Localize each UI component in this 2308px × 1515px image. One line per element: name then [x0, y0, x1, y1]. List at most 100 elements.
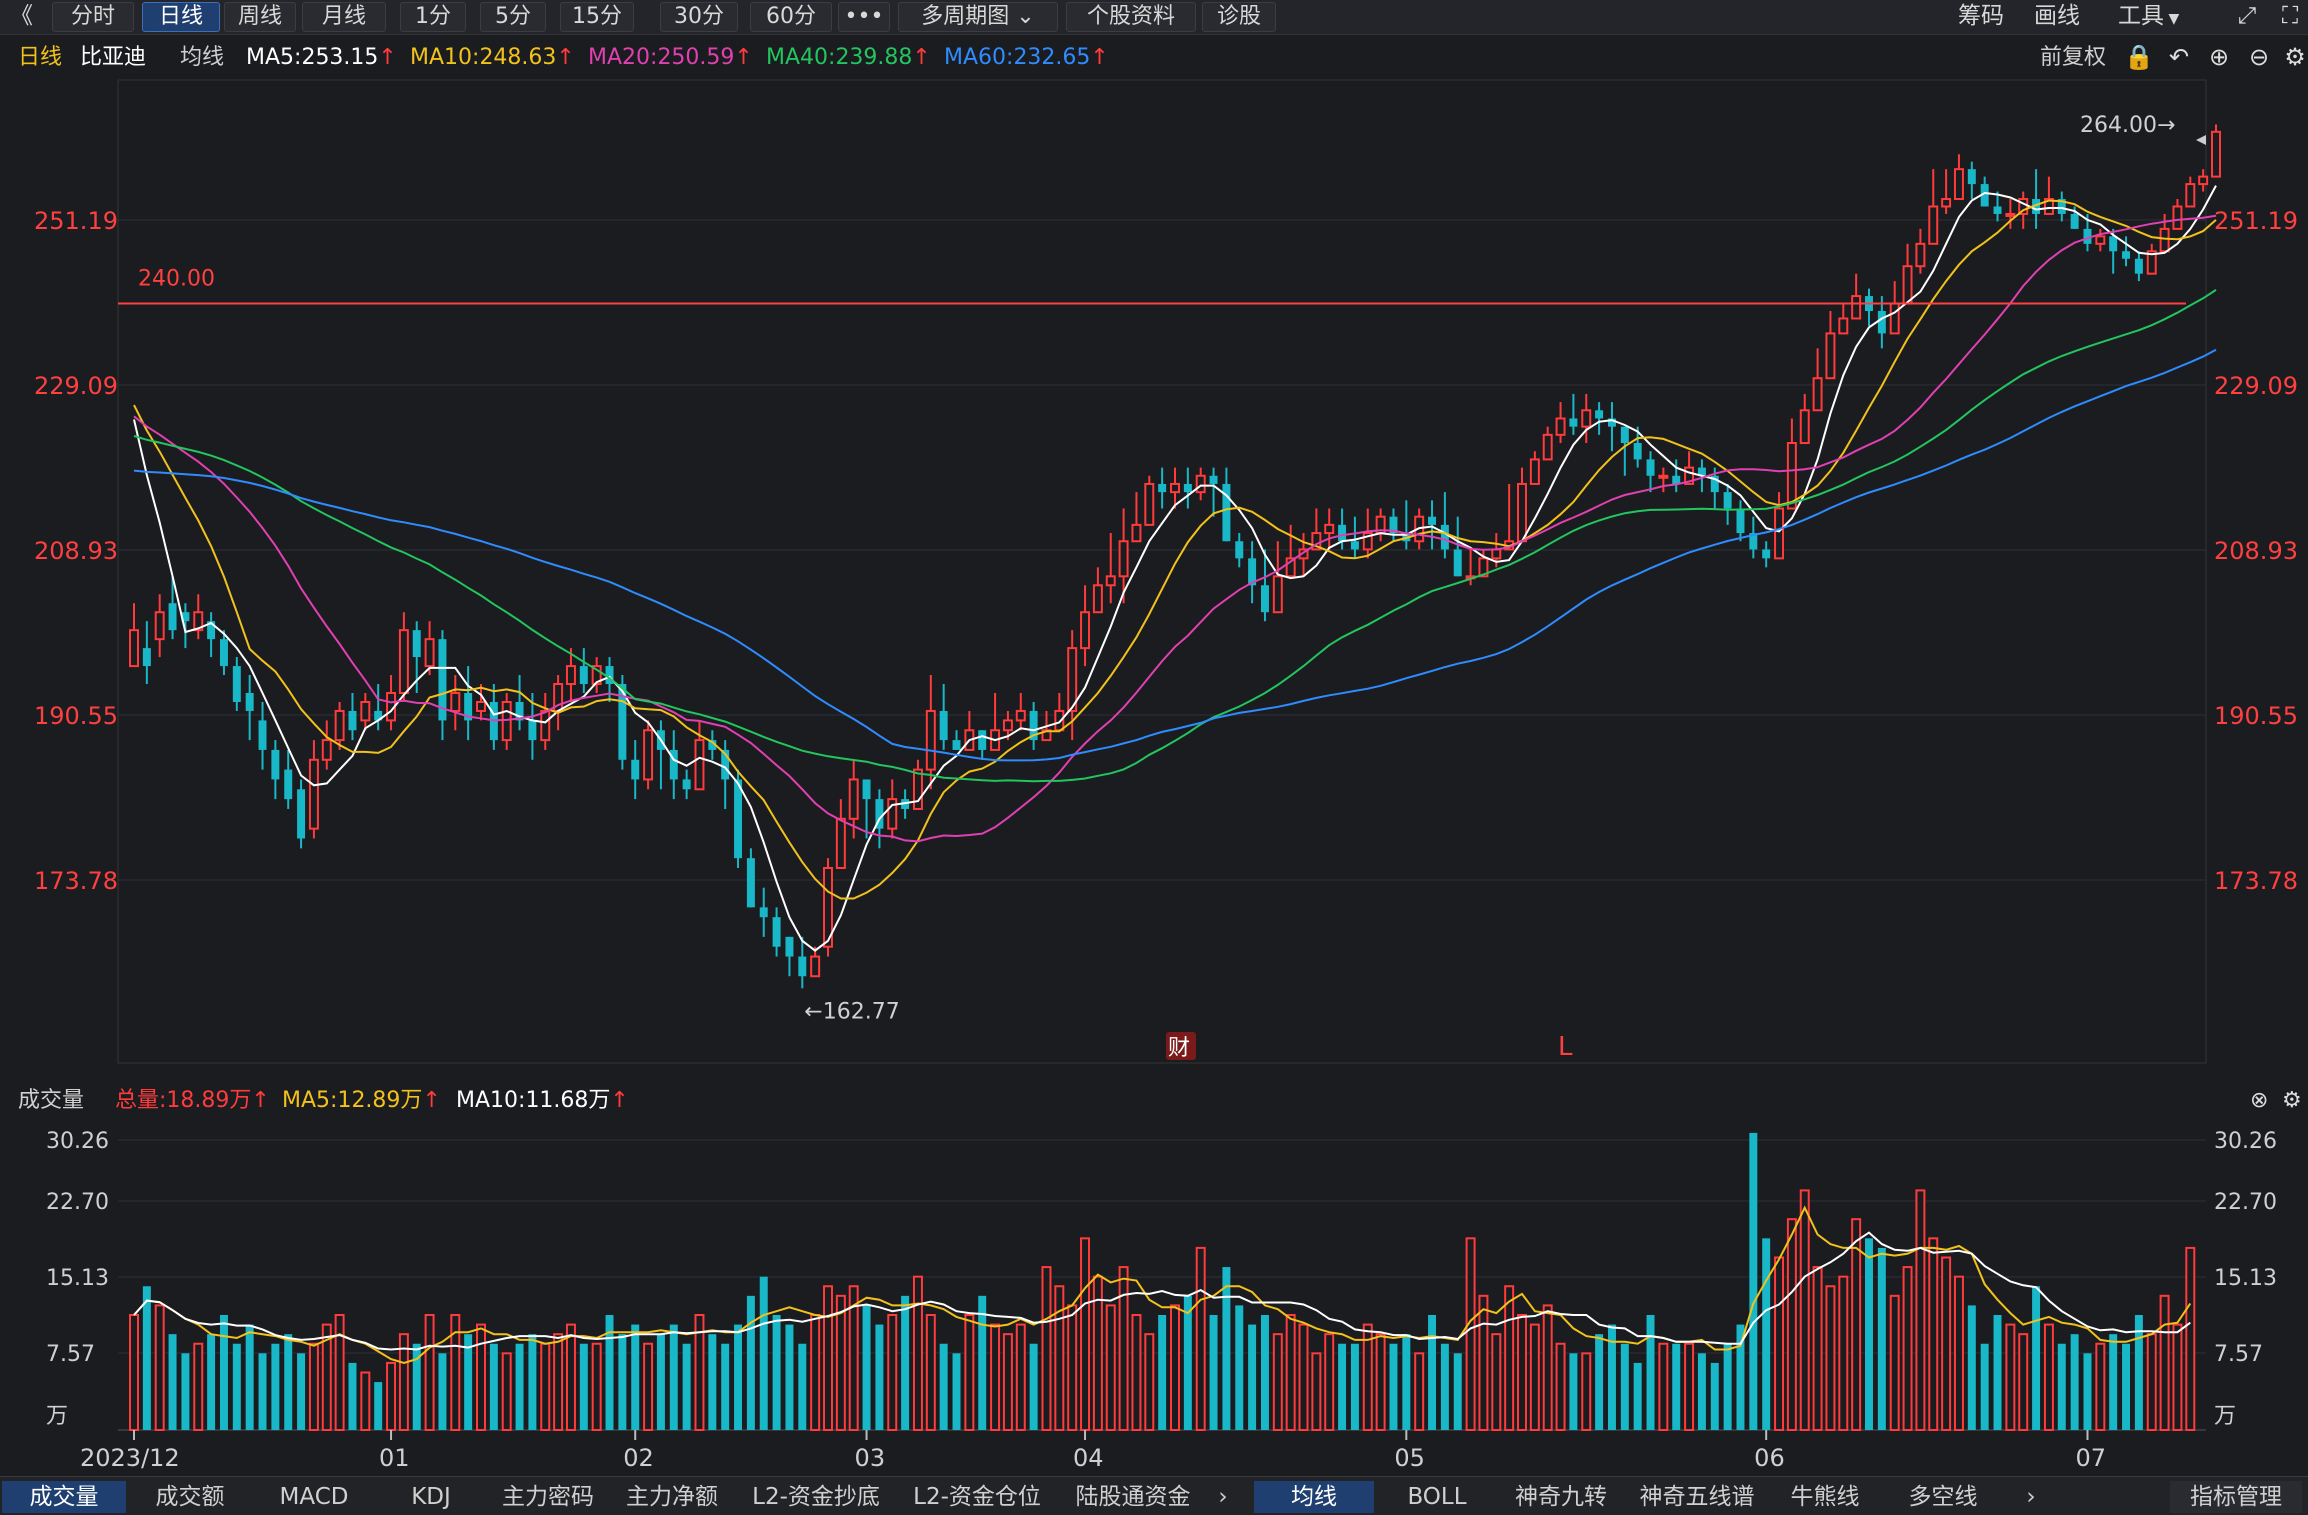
candle-body[interactable] [1569, 418, 1578, 427]
volume-bar[interactable] [553, 1333, 564, 1432]
tab-northbound[interactable]: 陆股通资金 [1060, 1481, 1206, 1513]
candle-body[interactable] [1774, 507, 1785, 560]
volume-bar[interactable] [1067, 1304, 1078, 1431]
volume-bar[interactable] [1517, 1313, 1527, 1432]
volume-bar[interactable] [528, 1334, 537, 1430]
volume-bar[interactable] [1338, 1343, 1347, 1430]
candle-body[interactable] [939, 710, 948, 741]
candle-body[interactable] [1889, 302, 1900, 335]
volume-bar[interactable] [990, 1323, 1001, 1432]
candle-body[interactable] [1080, 611, 1091, 650]
volume-bar[interactable] [2172, 1323, 2183, 1432]
candle-body[interactable] [1581, 409, 1592, 428]
volume-bar[interactable] [1453, 1353, 1462, 1430]
volume-bar[interactable] [901, 1295, 910, 1430]
volume-bar[interactable] [181, 1353, 190, 1430]
volume-bar[interactable] [1285, 1313, 1296, 1432]
candle-body[interactable] [412, 630, 421, 658]
candle-body[interactable] [1158, 483, 1167, 493]
candle-body[interactable] [734, 779, 743, 859]
candle-body[interactable] [1272, 575, 1283, 614]
volume-bar[interactable] [1672, 1343, 1681, 1430]
tab-magic-five[interactable]: 神奇五线谱 [1626, 1481, 1768, 1513]
candle-body[interactable] [1595, 410, 1604, 419]
candle-body[interactable] [1902, 265, 1913, 305]
tabs-next-right-icon[interactable]: › [2016, 1481, 2046, 1513]
tab-main-code[interactable]: 主力密码 [488, 1481, 608, 1513]
volume-bar[interactable] [284, 1334, 293, 1430]
volume-bar[interactable] [810, 1313, 821, 1432]
candle-body[interactable] [2211, 130, 2221, 178]
volume-title[interactable]: 成交量 [18, 1084, 84, 1118]
candle-body[interactable] [334, 709, 345, 742]
volume-bar[interactable] [374, 1382, 383, 1430]
volume-bar[interactable] [129, 1313, 139, 1432]
volume-close-icon[interactable]: ⊗ [2250, 1084, 2268, 1118]
candle-body[interactable] [1555, 417, 1566, 436]
candle-body[interactable] [785, 936, 794, 957]
candle-body[interactable] [2134, 258, 2143, 274]
volume-bar[interactable] [540, 1342, 551, 1432]
candle-body[interactable] [1825, 332, 1836, 380]
volume-bar[interactable] [1272, 1333, 1283, 1432]
volume-bar[interactable] [2083, 1353, 2092, 1430]
candle-body[interactable] [450, 692, 461, 712]
candle-body[interactable] [1338, 524, 1347, 542]
candle-body[interactable] [848, 778, 859, 820]
candle-body[interactable] [2198, 175, 2209, 186]
candle-body[interactable] [2070, 213, 2079, 229]
volume-bar[interactable] [258, 1353, 267, 1430]
candle-body[interactable] [2095, 235, 2106, 245]
candle-body[interactable] [1723, 492, 1732, 509]
candle-body[interactable] [1620, 426, 1629, 444]
volume-bar[interactable] [193, 1342, 204, 1432]
volume-bar[interactable] [1414, 1352, 1425, 1432]
candle-body[interactable] [321, 739, 332, 761]
candle-body[interactable] [952, 740, 961, 750]
volume-bar[interactable] [862, 1305, 871, 1430]
volume-bar[interactable] [1684, 1342, 1695, 1432]
tab-volume[interactable]: 成交量 [2, 1481, 126, 1513]
candle-body[interactable] [579, 666, 588, 685]
tab-macd[interactable]: MACD [254, 1481, 374, 1513]
volume-bar[interactable] [1054, 1285, 1065, 1431]
volume-bar[interactable] [232, 1343, 241, 1430]
volume-bar[interactable] [1311, 1352, 1322, 1432]
candle-body[interactable] [1672, 475, 1681, 484]
volume-bar[interactable] [669, 1324, 678, 1430]
volume-bar[interactable] [438, 1353, 447, 1430]
candle-body[interactable] [1209, 475, 1218, 484]
volume-settings-icon[interactable]: ⚙ [2282, 1084, 2302, 1118]
volume-bar[interactable] [1697, 1353, 1706, 1430]
volume-bar[interactable] [1248, 1324, 1257, 1430]
candle-body[interactable] [1915, 242, 1926, 268]
volume-bar[interactable] [823, 1285, 833, 1431]
candle-body[interactable] [1851, 295, 1862, 320]
candle-body[interactable] [810, 955, 821, 978]
tabs-next-left-icon[interactable]: › [1208, 1481, 1238, 1513]
candle-body[interactable] [1491, 548, 1502, 560]
volume-bar[interactable] [1324, 1333, 1335, 1432]
volume-bar[interactable] [1928, 1237, 1939, 1432]
candle-body[interactable] [129, 629, 139, 668]
volume-bar[interactable] [219, 1314, 228, 1430]
volume-bar[interactable] [1029, 1343, 1038, 1430]
volume-bar[interactable] [785, 1324, 794, 1430]
volume-bar[interactable] [1877, 1247, 1886, 1430]
volume-bar[interactable] [1170, 1304, 1180, 1431]
candle-body[interactable] [835, 817, 846, 869]
volume-bar[interactable] [2005, 1323, 2016, 1432]
volume-bar[interactable] [1967, 1305, 1976, 1430]
volume-bar[interactable] [1504, 1285, 1515, 1431]
volume-bar[interactable] [1440, 1343, 1449, 1430]
candle-body[interactable] [2122, 251, 2131, 259]
candle-body[interactable] [1002, 719, 1013, 732]
candle-body[interactable] [682, 779, 691, 790]
volume-bar[interactable] [1158, 1314, 1167, 1430]
volume-bar[interactable] [1569, 1353, 1578, 1430]
volume-bar[interactable] [1235, 1305, 1244, 1430]
candle-body[interactable] [142, 648, 151, 667]
candle-body[interactable] [759, 907, 768, 918]
candle-body[interactable] [398, 629, 409, 695]
volume-bar[interactable] [579, 1343, 588, 1430]
